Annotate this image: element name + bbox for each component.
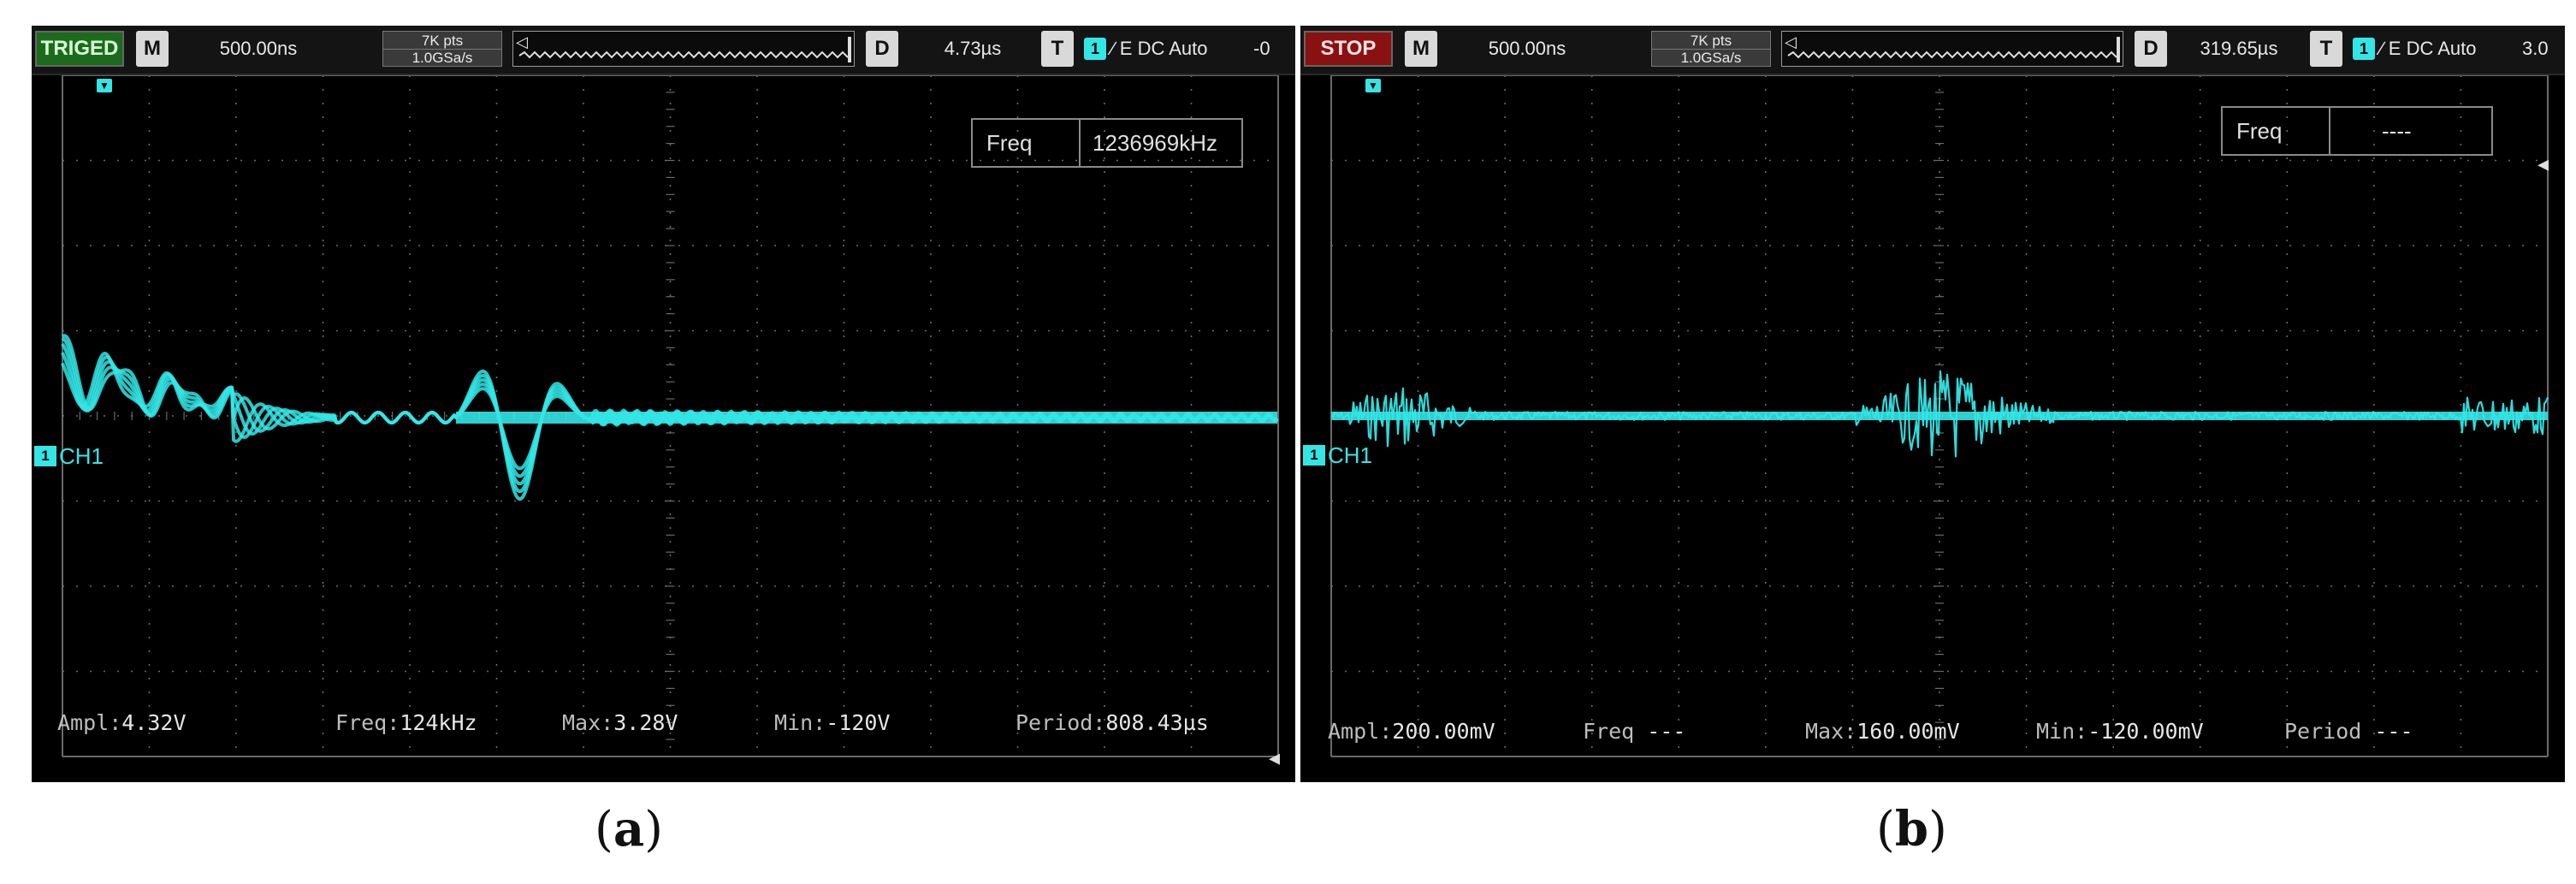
meas-max-value: 3.28V: [613, 710, 678, 735]
meas-amplitude-label: Ampl:: [57, 710, 122, 735]
record-length: 7K pts: [1690, 32, 1732, 49]
mode-key[interactable]: M: [136, 31, 169, 67]
timebase-value: 500.00ns: [1488, 38, 1566, 59]
meas-max-label: Max:: [562, 710, 614, 735]
delay-key[interactable]: D: [866, 31, 898, 67]
timebase-value: 500.00ns: [219, 38, 298, 59]
oscilloscope-screen-b: STOP M 500.00ns 7K pts 1.0GSa/s ◁ D 319.…: [1300, 26, 2565, 782]
ch1-trace: [61, 334, 1282, 501]
measurement-row: Ampl:200.00mV Freq --- Max:160.00mV Min:…: [1300, 719, 2565, 753]
caption-a-close: ): [644, 802, 664, 857]
waveform-segment: [61, 352, 1278, 501]
caption-a: (a): [595, 801, 663, 857]
freq-readout-label: Freq: [986, 129, 1033, 156]
measurement-row: Ampl:4.32V Freq:124kHz Max:3.28V Min:-12…: [32, 710, 1295, 745]
waveform-plot: [61, 75, 1282, 757]
delay-key[interactable]: D: [2135, 31, 2167, 67]
meas-amplitude-value: 200.00mV: [1392, 719, 1495, 744]
meas-max-value: 160.00mV: [1856, 719, 1960, 744]
waveform-area: ▼ Freq ---- ◂ 1 CH1 Ampl:200.00mV Freq -…: [1300, 75, 2565, 782]
trigger-level: 3.0: [2522, 38, 2549, 59]
waveform-memory-bar[interactable]: ◁: [512, 31, 855, 67]
trigger-position-icon: ▼: [1365, 79, 1381, 92]
waveform-area: ▼ Freq 1236969kHz 1 CH1 Ampl:4.32V Freq:…: [32, 75, 1295, 782]
trigger-level: -0: [1253, 38, 1270, 59]
memory-waveform-icon: ◁: [1785, 33, 2120, 62]
meas-max: Max:160.00mV: [1805, 719, 1960, 744]
trigger-position-icon: ▼: [97, 79, 112, 92]
mode-key[interactable]: M: [1405, 31, 1437, 67]
freq-readout-label: Freq: [2236, 117, 2283, 144]
freq-readout-box: Freq 1236969kHz: [971, 118, 1243, 168]
run-status-badge[interactable]: STOP: [1304, 31, 1393, 67]
waveform-plot: [1329, 75, 2550, 757]
acquisition-info: 7K pts 1.0GSa/s: [382, 31, 502, 67]
meas-min-value: -120V: [826, 710, 891, 735]
meas-amplitude-value: 4.32V: [121, 710, 187, 735]
acquisition-info: 7K pts 1.0GSa/s: [1651, 31, 1771, 67]
meas-amplitude: Ampl:4.32V: [57, 710, 187, 735]
caption-a-letter: a: [613, 801, 645, 857]
meas-period-label: Period:: [1016, 710, 1106, 735]
delay-value: 319.65µs: [2200, 38, 2278, 59]
meas-min-label: Min:: [2036, 719, 2088, 744]
trigger-channel-badge: 1: [1084, 38, 1106, 60]
svg-text:◁: ◁: [1785, 33, 1797, 51]
waveform-segment: [61, 336, 1279, 478]
meas-min-label: Min:: [774, 710, 826, 735]
meas-period: Period ---: [2284, 719, 2413, 744]
meas-min-value: -120.00mV: [2087, 719, 2204, 744]
meas-period-label: Period: [2284, 719, 2362, 744]
ch1-trace: [1329, 370, 2550, 458]
left-arrow-icon: ◂: [2538, 151, 2549, 176]
meas-frequency-label: Freq:: [335, 710, 400, 735]
trigger-setup: ∕ E DC Auto: [2380, 38, 2477, 59]
meas-min: Min:-120V: [774, 710, 890, 735]
status-bar: TRIGED M 500.00ns 7K pts 1.0GSa/s ◁ D 4.…: [32, 26, 1295, 75]
meas-max-label: Max:: [1805, 719, 1857, 744]
ch1-ground-marker-icon[interactable]: 1: [1303, 445, 1325, 466]
meas-frequency-value: ---: [1647, 719, 1686, 744]
freq-readout-box: Freq ----: [2221, 106, 2493, 156]
caption-b-letter: b: [1894, 801, 1929, 857]
caption-b: (b): [1876, 801, 1947, 857]
delay-value: 4.73µs: [944, 38, 1002, 59]
meas-frequency: Freq ---: [1583, 719, 1685, 744]
meas-period-value: 808.43µs: [1105, 710, 1209, 735]
run-status-badge[interactable]: TRIGED: [35, 31, 124, 67]
trigger-key[interactable]: T: [2310, 31, 2342, 67]
freq-readout-value: 1236969kHz: [1093, 129, 1217, 156]
trigger-setup: ∕ E DC Auto: [1111, 38, 1208, 59]
ch1-ground-marker-icon[interactable]: 1: [34, 446, 56, 466]
meas-frequency-label: Freq: [1583, 719, 1635, 744]
record-length: 7K pts: [421, 32, 464, 49]
memory-waveform-icon: ◁: [516, 33, 851, 62]
meas-amplitude: Ampl:200.00mV: [1328, 719, 1495, 744]
ch1-label: CH1: [1328, 442, 1373, 468]
caption-a-open: (: [595, 802, 613, 857]
caption-b-close: ): [1928, 802, 1947, 857]
meas-min: Min:-120.00mV: [2036, 719, 2204, 744]
meas-period: Period:808.43µs: [1016, 710, 1209, 735]
meas-frequency: Freq:124kHz: [335, 710, 477, 735]
trigger-key[interactable]: T: [1041, 31, 1074, 67]
caption-b-open: (: [1876, 802, 1895, 857]
sample-rate: 1.0GSa/s: [1652, 48, 1770, 66]
waveform-memory-bar[interactable]: ◁: [1781, 31, 2123, 67]
sample-rate: 1.0GSa/s: [383, 48, 501, 66]
left-arrow-icon: ◂: [1269, 745, 1281, 770]
meas-max: Max:3.28V: [562, 710, 678, 735]
freq-readout-value: ----: [2382, 117, 2412, 144]
meas-frequency-value: 124kHz: [400, 710, 477, 735]
svg-text:◁: ◁: [516, 33, 528, 51]
status-bar: STOP M 500.00ns 7K pts 1.0GSa/s ◁ D 319.…: [1300, 26, 2565, 75]
trigger-channel-badge: 1: [2353, 38, 2375, 60]
oscilloscope-screen-a: TRIGED M 500.00ns 7K pts 1.0GSa/s ◁ D 4.…: [32, 26, 1295, 782]
ch1-label: CH1: [59, 443, 104, 469]
meas-amplitude-label: Ampl:: [1328, 719, 1393, 744]
meas-period-value: ---: [2374, 719, 2413, 744]
